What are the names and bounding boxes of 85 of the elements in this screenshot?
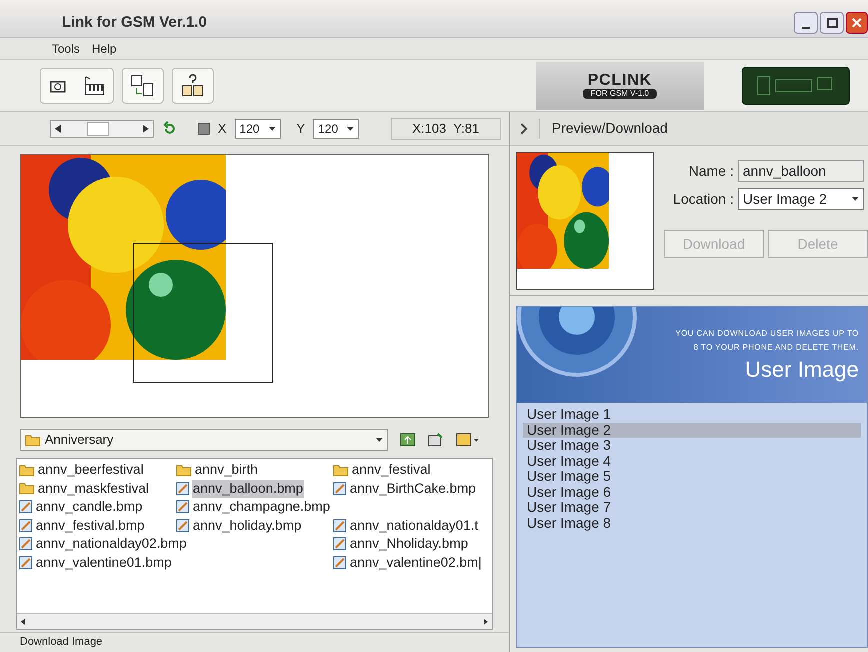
user-image-item[interactable]: User Image 5 (523, 469, 861, 484)
file-item[interactable]: annv_nationalday01.t (349, 516, 480, 535)
user-image-item[interactable]: User Image 1 (523, 407, 861, 422)
y-size-select[interactable]: 120 (313, 118, 360, 138)
phone-sync-icon (130, 74, 156, 98)
view-menu-icon[interactable] (456, 432, 480, 448)
right-arrow-icon (143, 124, 149, 132)
maximize-button[interactable] (820, 12, 844, 34)
caret-icon (376, 438, 383, 442)
file-item[interactable]: annv_valentine02.bm| (349, 554, 483, 572)
left-arrow-icon (55, 124, 61, 132)
folder-icon (176, 464, 192, 477)
image-file-icon (176, 518, 190, 533)
folder-select[interactable]: Anniversary (20, 429, 388, 451)
help-toolbar-button[interactable] (172, 68, 214, 104)
caret-icon (347, 126, 354, 130)
user-image-item[interactable]: User Image 6 (523, 484, 861, 500)
user-image-item[interactable]: User Image 8 (523, 516, 861, 531)
rotate-icon[interactable] (162, 120, 178, 136)
close-icon (852, 18, 862, 28)
user-image-item[interactable]: User Image 2 (523, 422, 861, 438)
slider-thumb[interactable] (87, 122, 110, 136)
folder-icon (333, 464, 349, 477)
brand-name: PCLINK (588, 72, 652, 88)
right-arrow-icon (484, 618, 488, 624)
image-file-icon (176, 482, 190, 496)
cursor-coordinates: X:103 Y:81 (391, 118, 501, 140)
image-file-icon (19, 500, 33, 514)
image-file-icon (176, 500, 190, 514)
folder-icon (19, 482, 35, 496)
file-item[interactable]: annv_Nholiday.bmp (349, 535, 470, 554)
menu-item[interactable]: Help (92, 40, 117, 58)
banner-note: YOU CAN DOWNLOAD USER IMAGES UP TO (676, 328, 859, 340)
file-item[interactable]: annv_festival (351, 461, 432, 480)
zoom-slider[interactable] (50, 120, 154, 138)
left-arrow-icon (21, 618, 25, 624)
y-label: Y (296, 120, 306, 138)
status-text: Download Image (20, 635, 103, 650)
file-item[interactable]: annv_nationalday02.bmp (35, 535, 188, 554)
file-item[interactable]: annv_candle.bmp (35, 498, 144, 516)
horizontal-scrollbar[interactable] (17, 613, 492, 629)
x-size-select[interactable]: 120 (234, 118, 281, 138)
folder-up-icon[interactable] (400, 432, 416, 448)
close-button[interactable] (846, 12, 868, 34)
file-item[interactable]: annv_birth (194, 461, 260, 480)
folder-icon (25, 434, 41, 446)
music-toolbar-button[interactable] (40, 68, 114, 104)
file-item[interactable]: annv_festival.bmp (35, 516, 146, 535)
image-file-icon (333, 537, 347, 552)
file-item[interactable]: annv_BirthCake.bmp (349, 480, 478, 498)
name-field[interactable]: annv_balloon (738, 160, 864, 182)
image-file-icon (19, 556, 33, 570)
banner-title: User Image (745, 356, 859, 384)
user-image-item[interactable]: User Image 7 (523, 500, 861, 516)
file-item[interactable]: annv_balloon.bmp (192, 480, 304, 498)
image-file-icon (333, 518, 347, 533)
file-item[interactable]: annv_beerfestival (37, 461, 145, 480)
minimize-button[interactable] (794, 12, 818, 34)
crop-square-icon[interactable] (198, 122, 210, 134)
file-item[interactable]: annv_valentine01.bmp (35, 554, 173, 572)
folder-icon (19, 464, 35, 477)
user-image-item[interactable]: User Image 3 (523, 438, 861, 454)
name-label: Name : (688, 162, 734, 180)
file-item[interactable]: annv_holiday.bmp (192, 516, 303, 535)
window-title: Link for GSM Ver.1.0 (62, 12, 208, 33)
preview-title: Preview/Download (552, 119, 668, 138)
location-label: Location : (673, 190, 734, 208)
user-image-item[interactable]: User Image 4 (523, 454, 861, 469)
caret-icon (852, 197, 859, 201)
phone-sync-toolbar-button[interactable] (122, 68, 164, 104)
image-file-icon (19, 537, 33, 552)
help-book-icon (181, 74, 205, 98)
menu-item[interactable]: Tools (52, 40, 80, 58)
image-file-icon (333, 482, 347, 496)
file-item[interactable]: annv_maskfestival (37, 480, 150, 498)
caret-icon (268, 126, 276, 130)
new-folder-icon[interactable] (428, 432, 444, 448)
banner-note: 8 TO YOUR PHONE AND DELETE THEM. (694, 342, 859, 354)
x-label: X (218, 120, 227, 138)
image-file-icon (19, 518, 33, 533)
crop-frame[interactable] (133, 243, 273, 383)
brand-version: FOR GSM V-1.0 (582, 88, 658, 98)
location-select[interactable]: User Image 2 (738, 188, 864, 210)
file-item[interactable]: annv_champagne.bmp (192, 498, 332, 516)
image-file-icon (333, 556, 347, 570)
